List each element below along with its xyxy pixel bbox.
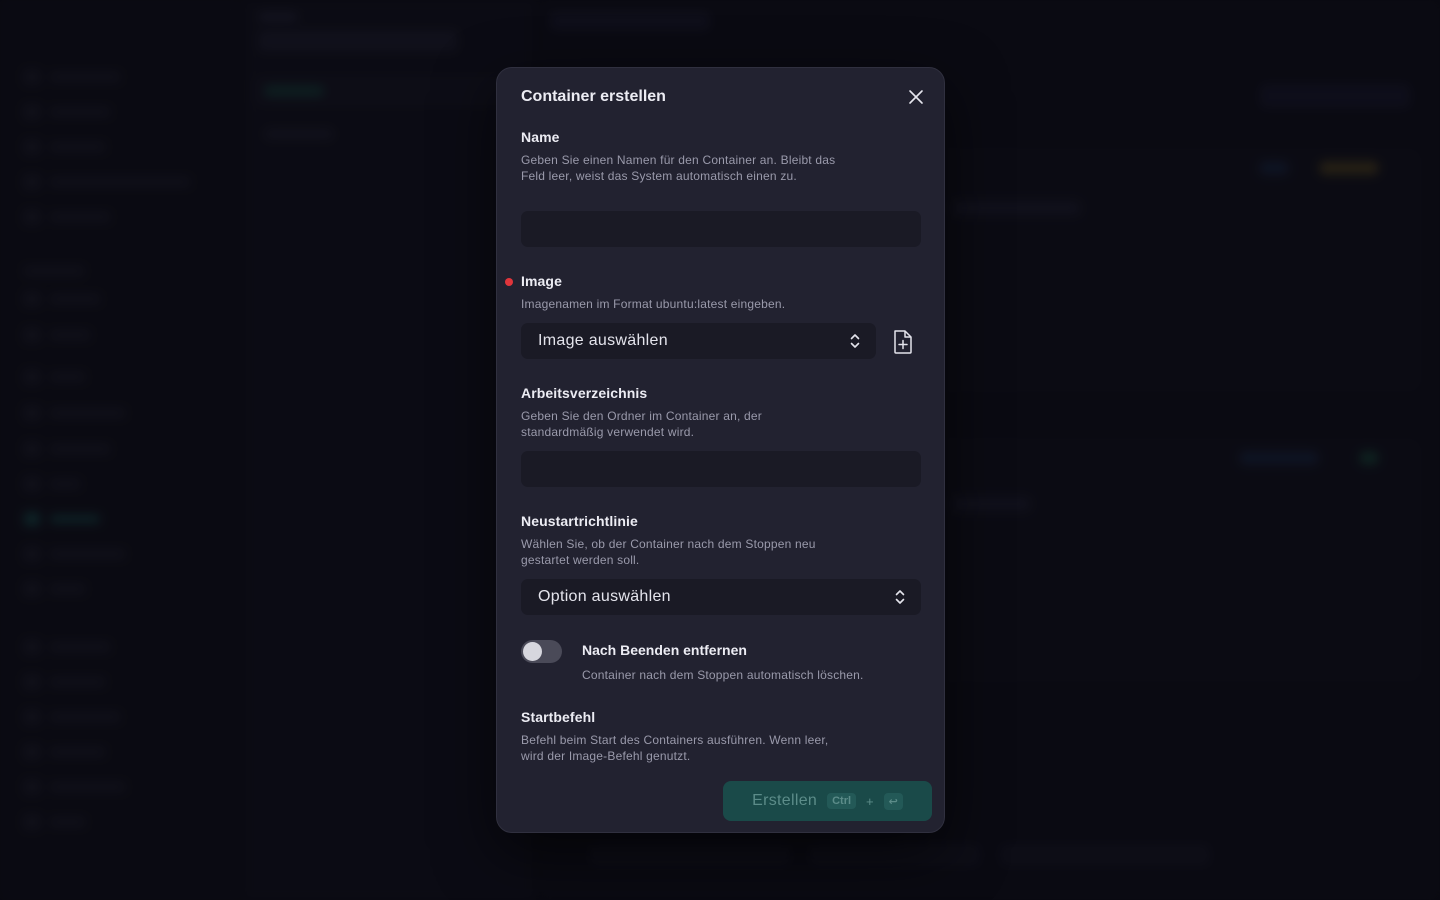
workdir-input[interactable] — [521, 451, 921, 487]
file-plus-icon — [894, 330, 912, 354]
name-input[interactable] — [521, 211, 921, 247]
shortcut-plus: + — [866, 793, 874, 809]
image-label: Image — [521, 273, 562, 289]
remove-on-exit-help: Container nach dem Stoppen automatisch l… — [582, 668, 864, 682]
create-button-label: Erstellen — [752, 792, 818, 809]
create-button[interactable]: Erstellen Ctrl + ↩ — [723, 781, 932, 821]
restart-policy-help: Wählen Sie, ob der Container nach dem St… — [521, 537, 816, 567]
shortcut-ctrl-key: Ctrl — [827, 793, 857, 809]
workdir-label: Arbeitsverzeichnis — [521, 385, 648, 401]
restart-policy-select[interactable]: Option auswählen — [521, 579, 921, 615]
restart-policy-field-group: Neustartrichtlinie Wählen Sie, ob der Co… — [521, 513, 921, 568]
required-indicator — [505, 278, 513, 286]
create-container-dialog: Container erstellen Name Geben Sie einen… — [496, 67, 945, 833]
workdir-field-group: Arbeitsverzeichnis Geben Sie den Ordner … — [521, 385, 921, 440]
command-label: Startbefehl — [521, 709, 596, 725]
command-field-group: Startbefehl Befehl beim Start des Contai… — [521, 709, 921, 764]
toggle-knob — [523, 642, 542, 661]
remove-on-exit-label: Nach Beenden entfernen — [582, 642, 747, 658]
image-select-value: Image auswählen — [538, 332, 668, 349]
name-label: Name — [521, 129, 560, 145]
name-field-group: Name Geben Sie einen Namen für den Conta… — [521, 129, 921, 184]
restart-policy-select-value: Option auswählen — [538, 588, 671, 605]
restart-policy-label: Neustartrichtlinie — [521, 513, 638, 529]
workdir-help: Geben Sie den Ordner im Container an, de… — [521, 409, 762, 439]
enter-key-icon: ↩ — [883, 792, 903, 810]
name-help: Geben Sie einen Namen für den Container … — [521, 153, 836, 183]
command-help: Befehl beim Start des Containers ausführ… — [521, 733, 829, 763]
chevron-up-down-icon — [850, 334, 860, 348]
image-field-group: Image Imagenamen im Format ubuntu:latest… — [505, 273, 921, 312]
remove-on-exit-toggle[interactable] — [521, 640, 562, 663]
dialog-title: Container erstellen — [521, 88, 666, 105]
image-help: Imagenamen im Format ubuntu:latest einge… — [521, 297, 786, 311]
browse-image-file-button[interactable] — [889, 327, 917, 357]
close-icon — [909, 90, 923, 104]
close-button[interactable] — [905, 86, 927, 108]
image-select[interactable]: Image auswählen — [521, 323, 876, 359]
chevron-up-down-icon — [895, 590, 905, 604]
